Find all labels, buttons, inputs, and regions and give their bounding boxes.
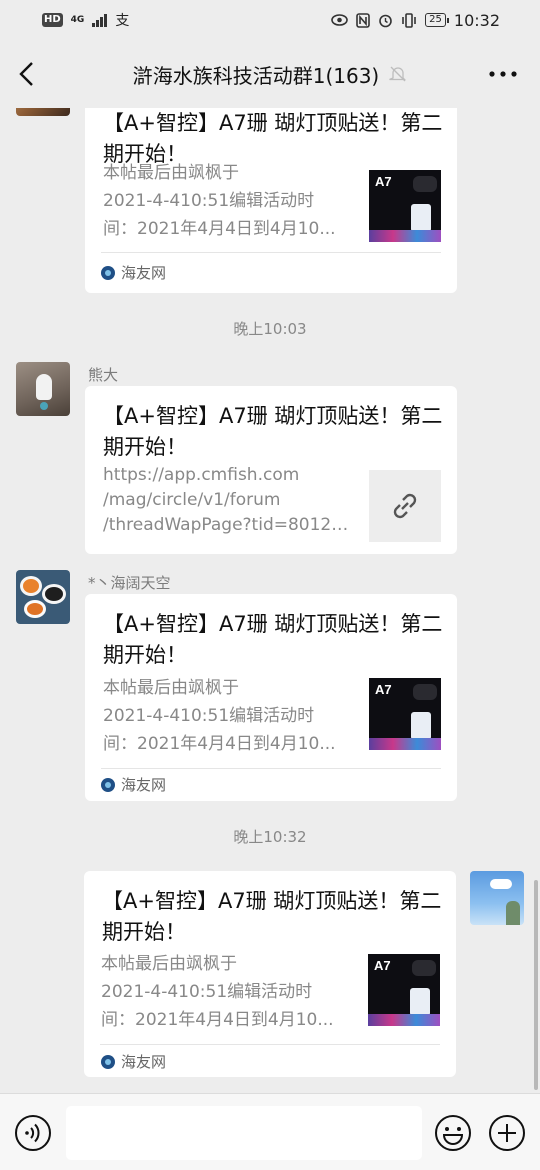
card-desc-line: 本帖最后由飒枫于 xyxy=(103,678,239,698)
more-icon[interactable] xyxy=(488,64,518,84)
thumbnail-label: A7 xyxy=(375,682,392,697)
card-desc-line: 间：2021年4月4日到4月10... xyxy=(101,1010,334,1030)
source-app-icon xyxy=(101,265,115,280)
alipay-notification-icon: 支 xyxy=(115,13,130,29)
link-card[interactable]: 【A+智控】A7珊 瑚灯顶贴送！第二期开始！ 本帖最后由飒枫于 2021-4-4… xyxy=(85,594,457,801)
message-list[interactable]: 【A+智控】A7珊 瑚灯顶贴送！第二期开始！ 本帖最后由飒枫于 2021-4-4… xyxy=(0,108,540,1093)
card-title: 【A+智控】A7珊 瑚灯顶贴送！第二期开始！ xyxy=(103,404,443,459)
status-bar: HD 4G 支 25 10:32 xyxy=(0,0,540,40)
avatar[interactable] xyxy=(470,871,524,925)
signal-icon xyxy=(92,13,108,27)
card-desc-line: 间：2021年4月4日到4月10... xyxy=(103,734,336,754)
input-bar xyxy=(0,1093,540,1170)
eye-icon xyxy=(331,14,348,26)
card-link-thumbnail xyxy=(369,470,441,542)
message-input[interactable] xyxy=(66,1106,422,1160)
network-label: 4G xyxy=(70,14,85,25)
status-time: 10:32 xyxy=(453,10,500,30)
battery-icon: 25 xyxy=(425,13,449,27)
thumbnail-label: A7 xyxy=(374,958,391,973)
chat-title: 滸海水族科技活动群1(163) xyxy=(132,63,380,88)
sender-name: *丶海阔天空 xyxy=(88,574,171,592)
vibrate-icon xyxy=(402,12,416,28)
card-desc-line: https://app.cmfish.com xyxy=(103,465,300,485)
plus-icon[interactable] xyxy=(488,1114,526,1152)
timestamp: 晚上10:03 xyxy=(233,320,307,338)
card-thumbnail: A7 xyxy=(368,954,440,1026)
card-source-name: 海友网 xyxy=(121,1053,167,1071)
link-card[interactable]: 【A+智控】A7珊 瑚灯顶贴送！第二期开始！ 本帖最后由飒枫于 2021-4-4… xyxy=(84,871,456,1077)
avatar[interactable] xyxy=(16,108,70,116)
card-desc-line: /threadWapPage?tid=80121... xyxy=(103,515,355,535)
link-card[interactable]: 【A+智控】A7珊 瑚灯顶贴送！第二期开始！ https://app.cmfis… xyxy=(85,386,457,554)
mute-icon xyxy=(389,66,407,82)
nfc-icon xyxy=(356,12,370,28)
source-app-icon xyxy=(101,1054,115,1069)
hd-badge: HD xyxy=(42,13,63,27)
card-desc-line: 2021-4-410:51编辑活动时 xyxy=(103,191,315,211)
chat-header: 滸海水族科技活动群1(163) xyxy=(0,40,540,108)
sender-name: 熊大 xyxy=(88,366,119,384)
card-desc-line: 2021-4-410:51编辑活动时 xyxy=(103,706,315,726)
card-desc-line: 间：2021年4月4日到4月10... xyxy=(103,219,336,239)
thumbnail-label: A7 xyxy=(375,174,392,189)
card-divider xyxy=(101,768,441,769)
emoji-icon[interactable] xyxy=(434,1114,472,1152)
card-divider xyxy=(101,252,441,253)
card-thumbnail: A7 xyxy=(369,678,441,750)
source-app-icon xyxy=(101,777,115,792)
card-title: 【A+智控】A7珊 瑚灯顶贴送！第二期开始！ xyxy=(102,889,442,944)
timestamp: 晚上10:32 xyxy=(233,828,307,846)
card-desc-line: 本帖最后由飒枫于 xyxy=(101,954,237,974)
card-desc-line: /mag/circle/v1/forum xyxy=(103,490,281,510)
avatar[interactable] xyxy=(16,570,70,624)
link-card[interactable]: 【A+智控】A7珊 瑚灯顶贴送！第二期开始！ 本帖最后由飒枫于 2021-4-4… xyxy=(85,108,457,293)
card-desc-line: 2021-4-410:51编辑活动时 xyxy=(101,982,313,1002)
voice-icon[interactable] xyxy=(14,1114,52,1152)
card-desc-line: 本帖最后由飒枫于 xyxy=(103,163,239,183)
card-divider xyxy=(100,1044,440,1045)
card-source-name: 海友网 xyxy=(121,776,167,794)
card-source-name: 海友网 xyxy=(121,264,167,282)
alarm-icon xyxy=(379,14,392,27)
scrollbar[interactable] xyxy=(534,880,538,1090)
card-title: 【A+智控】A7珊 瑚灯顶贴送！第二期开始！ xyxy=(103,612,443,667)
link-icon xyxy=(393,493,417,519)
avatar[interactable] xyxy=(16,362,70,416)
card-thumbnail: A7 xyxy=(369,170,441,242)
back-icon[interactable] xyxy=(16,60,40,88)
